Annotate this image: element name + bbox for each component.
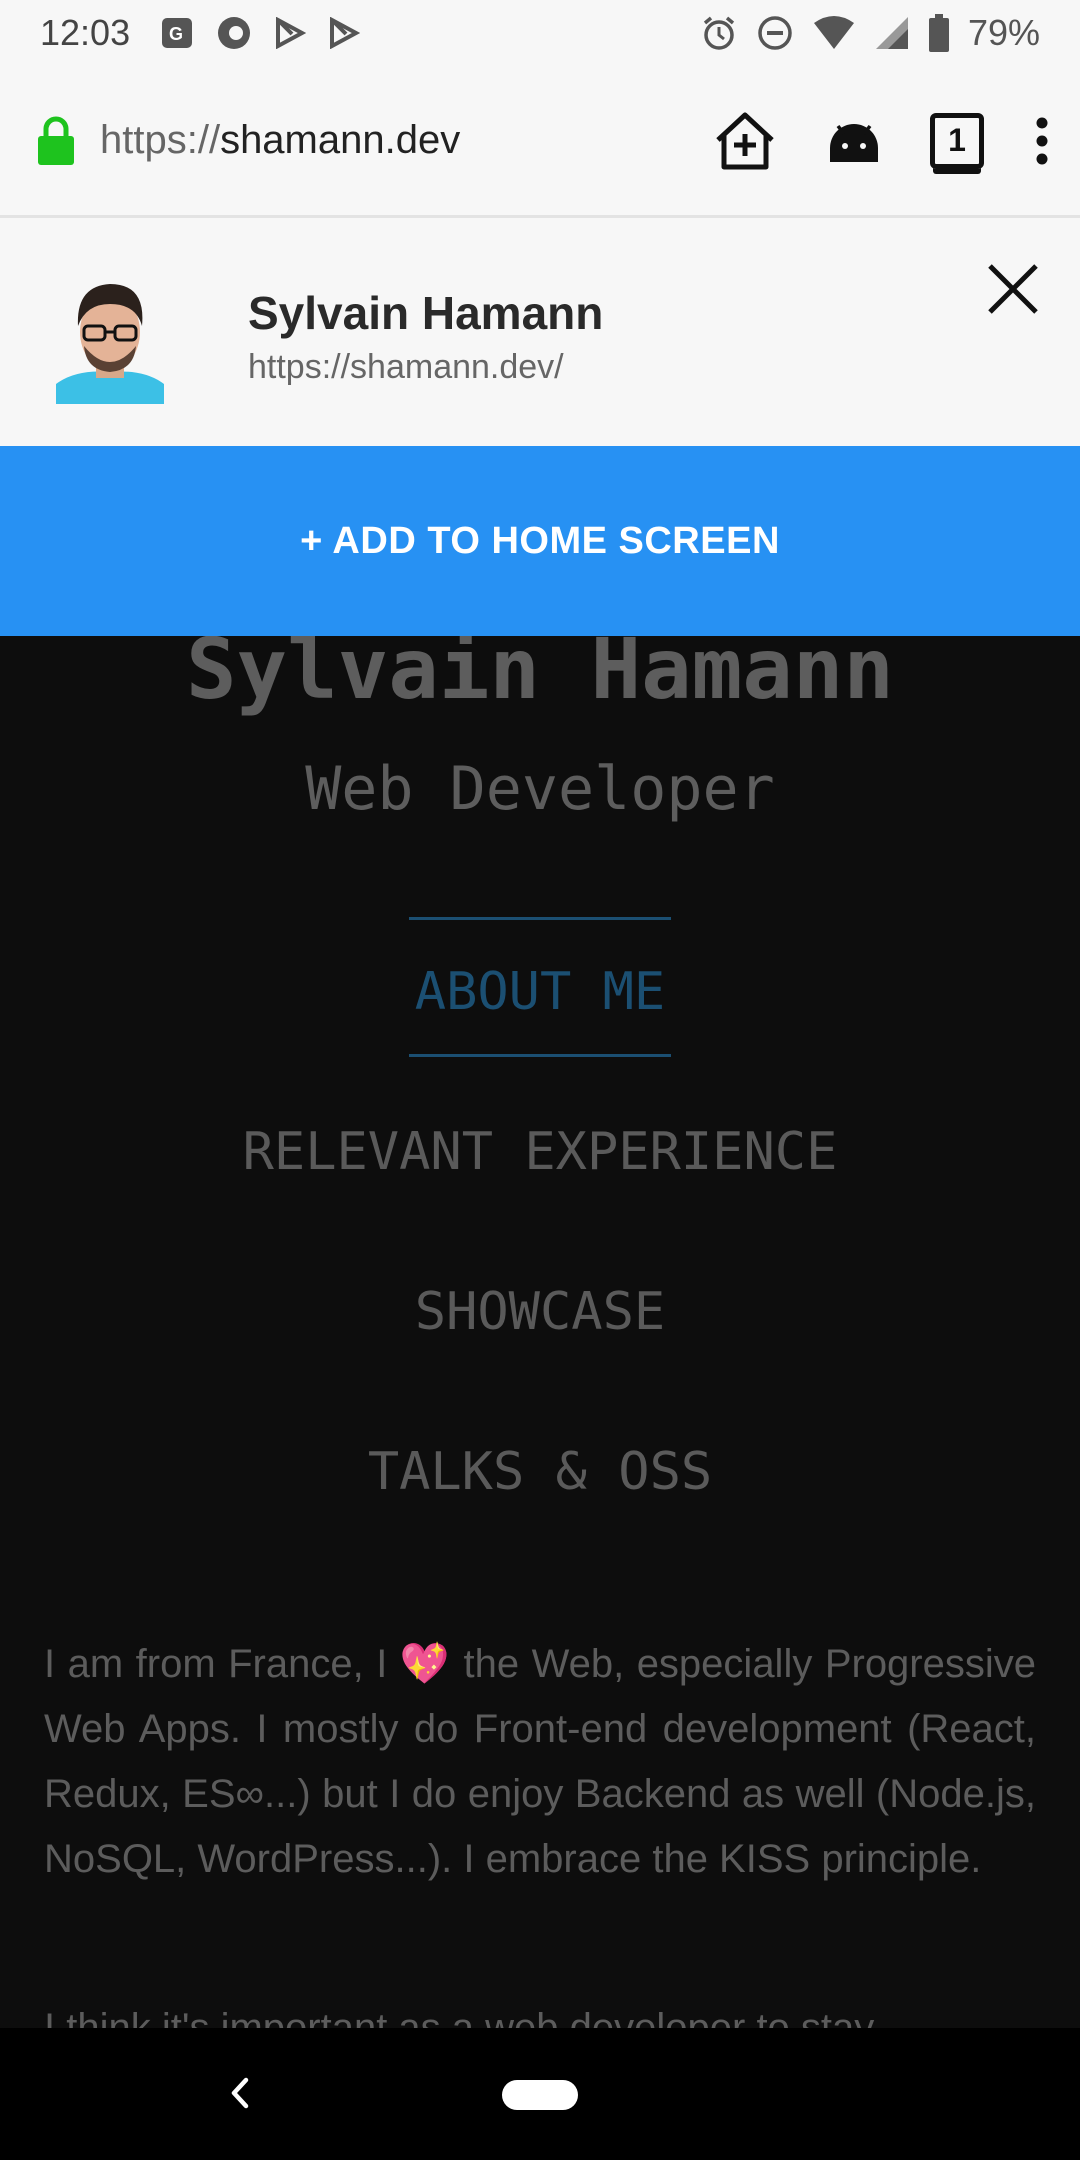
home-button[interactable] bbox=[502, 2080, 578, 2110]
wifi-icon bbox=[813, 16, 854, 49]
site-subtitle: Web Developer bbox=[305, 754, 775, 824]
lock-icon[interactable] bbox=[36, 115, 76, 167]
alarm-icon bbox=[703, 16, 735, 50]
system-icons: 79% bbox=[700, 12, 1040, 54]
nav-talks-oss[interactable]: TALKS & OSS bbox=[0, 1442, 1080, 1502]
battery-icon bbox=[928, 14, 949, 52]
nav-relevant-experience[interactable]: RELEVANT EXPERIENCE bbox=[0, 1122, 1080, 1182]
add-to-home-icon[interactable] bbox=[712, 110, 778, 172]
active-nav-underline-bottom bbox=[409, 1054, 671, 1057]
maps-icon: G bbox=[162, 18, 193, 48]
play-store-icon bbox=[276, 17, 307, 49]
nav-about-me[interactable]: ABOUT ME bbox=[0, 962, 1080, 1022]
url-host: shamann.dev bbox=[220, 118, 461, 162]
android-icon[interactable] bbox=[828, 118, 880, 164]
add-to-home-banner: Sylvain Hamann https://shamann.dev/ bbox=[0, 218, 1080, 446]
add-to-home-screen-button[interactable]: + ADD TO HOME SCREEN bbox=[0, 446, 1080, 636]
firefox-icon bbox=[218, 17, 251, 49]
paragraph-text-start: I am from France, I bbox=[44, 1642, 400, 1686]
play-store-icon bbox=[330, 17, 361, 49]
page-content: Sylvain Hamann Web Developer ABOUT ME RE… bbox=[0, 636, 1080, 2028]
signal-icon bbox=[875, 17, 908, 49]
url-scheme: https:// bbox=[100, 118, 221, 162]
svg-text:G: G bbox=[169, 24, 183, 44]
nav-showcase[interactable]: SHOWCASE bbox=[0, 1282, 1080, 1342]
site-title: Sylvain Hamann bbox=[185, 636, 894, 718]
system-navigation-bar bbox=[0, 2028, 1080, 2160]
status-time: 12:03 bbox=[40, 12, 131, 53]
about-paragraph: I am from France, I 💖 the Web, especiall… bbox=[44, 1632, 1036, 1892]
banner-app-url: https://shamann.dev/ bbox=[248, 348, 564, 386]
notification-icons: G bbox=[160, 15, 361, 51]
about-paragraph-2: I think it's important as a web develope… bbox=[44, 2006, 875, 2028]
do-not-disturb-icon bbox=[758, 16, 792, 50]
overflow-menu-icon[interactable] bbox=[1034, 116, 1050, 166]
banner-app-title: Sylvain Hamann bbox=[248, 287, 604, 339]
tab-switcher-button[interactable]: 1 bbox=[930, 112, 984, 169]
sparkling-heart-icon: 💖 bbox=[399, 1642, 451, 1686]
avatar bbox=[56, 274, 164, 404]
browser-toolbar: https://shamann.dev 1 bbox=[0, 66, 1080, 218]
close-icon[interactable] bbox=[982, 258, 1044, 320]
back-icon[interactable] bbox=[220, 2068, 260, 2118]
active-nav-underline-top bbox=[409, 917, 671, 920]
url-field[interactable]: https://shamann.dev bbox=[100, 118, 712, 163]
battery-percent: 79% bbox=[967, 12, 1040, 53]
status-bar: 12:03 G 79% bbox=[0, 0, 1080, 66]
